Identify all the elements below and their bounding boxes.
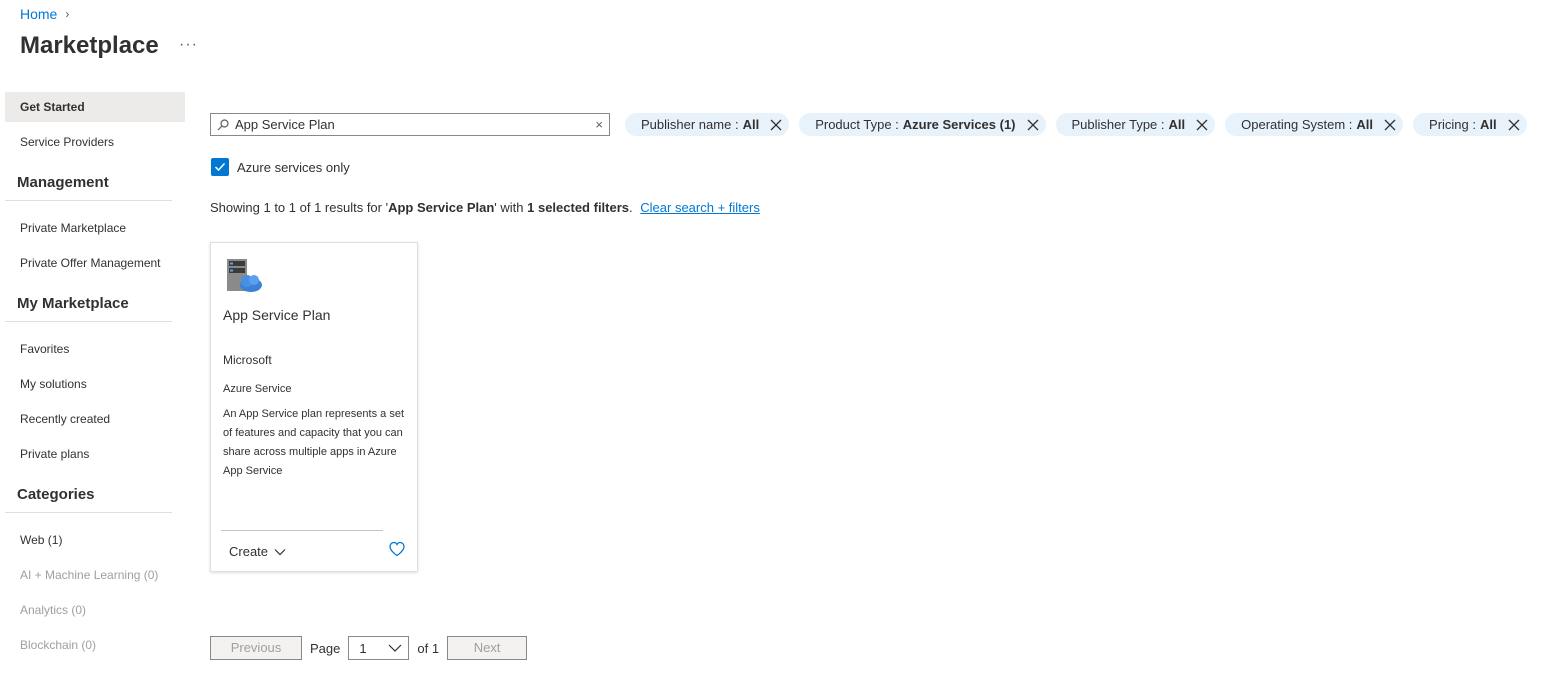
chevron-down-icon [388, 644, 402, 652]
previous-button[interactable]: Previous [210, 636, 302, 660]
azure-services-only-checkbox[interactable] [211, 158, 229, 176]
filter-pill-publisher-name[interactable]: Publisher name : All [625, 113, 790, 136]
filter-value: All [1356, 117, 1374, 132]
card-publisher: Microsoft [223, 353, 272, 367]
page-title: Marketplace [20, 32, 159, 59]
sidebar-section-my-marketplace: My Marketplace [5, 295, 172, 322]
results-suffix: . [629, 200, 633, 215]
page-select-value: 1 [359, 640, 367, 656]
filter-label: Pricing : [1429, 117, 1476, 132]
filter-pill-publisher-type[interactable]: Publisher Type : All [1055, 113, 1216, 136]
azure-services-only-row: Azure services only [211, 158, 350, 176]
pagination: Previous Page 1 of 1 Next [210, 636, 528, 660]
card-divider [221, 530, 383, 531]
card-title: App Service Plan [223, 307, 331, 323]
heart-icon[interactable] [388, 540, 406, 558]
more-options-button[interactable]: ··· [179, 36, 198, 54]
close-icon[interactable] [769, 118, 783, 132]
results-query: App Service Plan [388, 200, 495, 215]
azure-services-only-label: Azure services only [237, 159, 350, 175]
chevron-down-icon [274, 548, 286, 555]
sidebar-item-get-started[interactable]: Get Started [5, 92, 185, 122]
filter-pill-product-type[interactable]: Product Type : Azure Services (1) [799, 113, 1046, 136]
clear-search-icon[interactable]: × [595, 117, 603, 132]
close-icon[interactable] [1507, 118, 1521, 132]
filter-label: Publisher name : [641, 117, 739, 132]
sidebar-item-favorites[interactable]: Favorites [5, 334, 185, 369]
page-label: Page [310, 640, 341, 656]
sidebar-item-category-ai-ml: AI + Machine Learning (0) [20, 568, 159, 582]
search-icon [217, 118, 229, 130]
page-of-label: of 1 [417, 640, 440, 656]
sidebar-item-recently-created[interactable]: Recently created [5, 404, 185, 439]
sidebar-item-private-plans[interactable]: Private plans [5, 439, 185, 474]
filter-value: All [742, 117, 760, 132]
sidebar-section-management: Management [5, 174, 172, 201]
sidebar-item-category-analytics: Analytics (0) [20, 603, 87, 617]
sidebar-item-my-solutions[interactable]: My solutions [5, 369, 185, 404]
card-description: An App Service plan represents a set of … [223, 408, 404, 477]
results-filter-count: 1 selected filters [527, 200, 630, 215]
results-prefix: Showing 1 to 1 of 1 results for ' [210, 200, 389, 215]
next-button[interactable]: Next [447, 636, 528, 660]
product-card[interactable]: App Service Plan Microsoft Azure Service… [210, 242, 418, 572]
chevron-right-icon: › [65, 7, 70, 21]
filter-label: Product Type : [815, 117, 899, 132]
filter-value: All [1480, 117, 1497, 132]
sidebar-item-category-web[interactable]: Web (1) [5, 525, 185, 560]
filter-pill-operating-system[interactable]: Operating System : All [1225, 113, 1404, 136]
sidebar-item-private-offer-management[interactable]: Private Offer Management [5, 248, 185, 283]
sidebar: Get Started Service Providers Management… [5, 92, 185, 665]
close-icon[interactable] [1195, 118, 1209, 132]
breadcrumb: Home › [20, 6, 69, 22]
filter-label: Publisher Type : [1071, 117, 1165, 132]
results-mid: ' with [494, 200, 528, 215]
filter-bar: Publisher name : All Product Type : Azur… [625, 113, 1527, 136]
close-icon[interactable] [1383, 118, 1397, 132]
filter-pill-pricing[interactable]: Pricing : All [1413, 113, 1527, 136]
clear-search-filters-link[interactable]: Clear search + filters [640, 200, 760, 215]
sidebar-item-private-marketplace[interactable]: Private Marketplace [5, 213, 185, 248]
sidebar-item-service-providers[interactable]: Service Providers [5, 127, 185, 162]
filter-value: Azure Services (1) [902, 117, 1016, 132]
search-input[interactable] [235, 117, 596, 132]
card-type: Azure Service [223, 383, 292, 395]
sidebar-item-category-blockchain: Blockchain (0) [20, 638, 97, 652]
sidebar-section-categories: Categories [5, 486, 172, 513]
breadcrumb-home-link[interactable]: Home [20, 6, 57, 22]
create-dropdown-button[interactable]: Create [229, 544, 286, 559]
close-icon[interactable] [1026, 118, 1040, 132]
page-select[interactable]: 1 [348, 636, 410, 660]
results-summary: Showing 1 to 1 of 1 results for 'App Ser… [210, 200, 760, 215]
search-box: × [210, 113, 610, 136]
filter-label: Operating System : [1241, 117, 1353, 132]
checkmark-icon [214, 162, 226, 172]
app-service-plan-icon [227, 259, 262, 292]
filter-value: All [1168, 117, 1186, 132]
create-label: Create [229, 544, 269, 559]
